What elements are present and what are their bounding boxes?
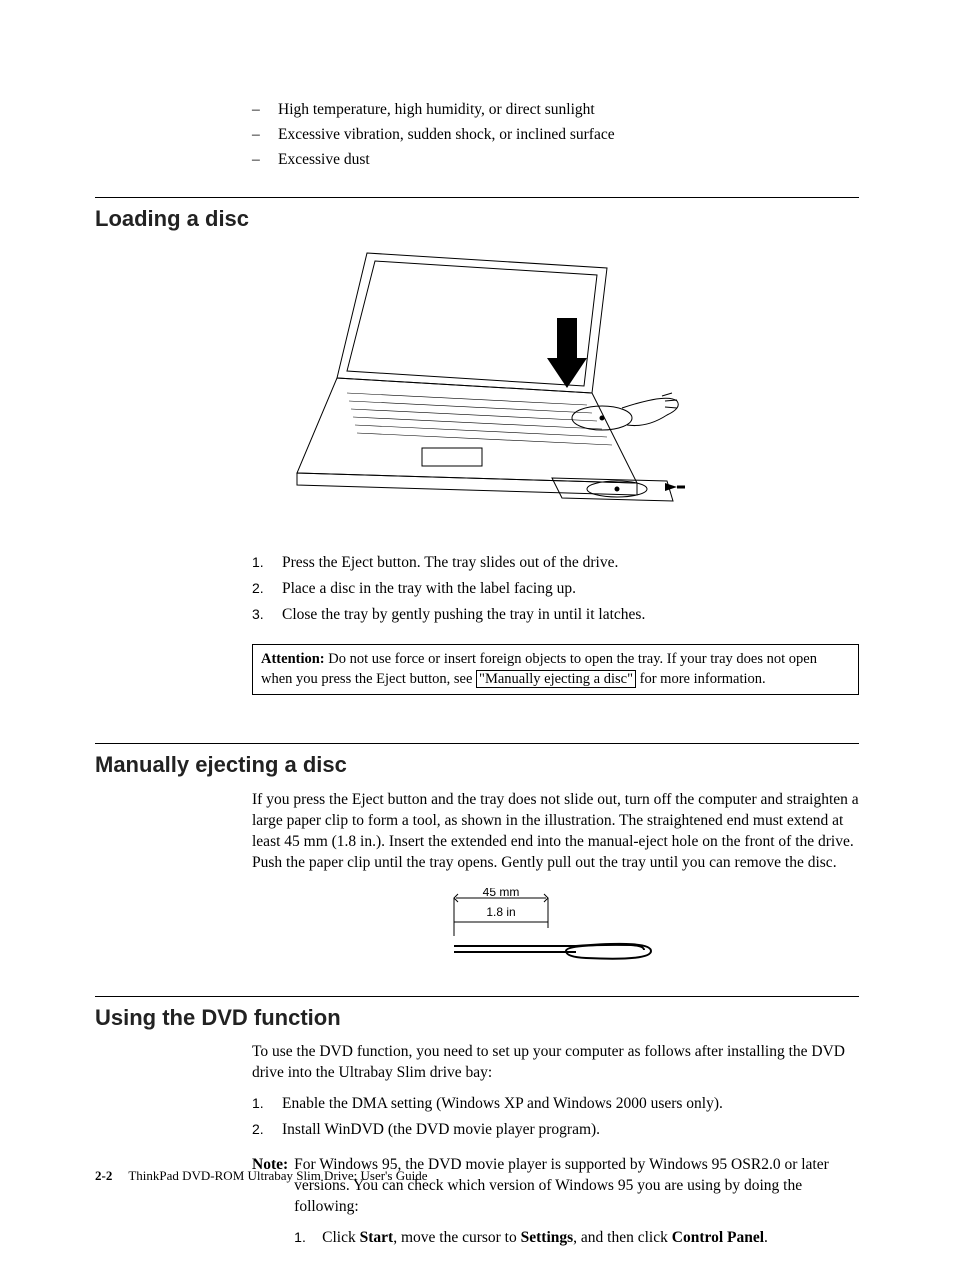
- bold: Control Panel: [672, 1229, 764, 1246]
- list-item: Click Start, move the cursor to Settings…: [294, 1228, 859, 1249]
- txt: .: [764, 1229, 768, 1246]
- note-sublist: Click Start, move the cursor to Settings…: [294, 1228, 859, 1249]
- attention-label: Attention:: [261, 651, 325, 667]
- list-item: Excessive vibration, sudden shock, or in…: [252, 125, 859, 146]
- top-bullet-block: High temperature, high humidity, or dire…: [252, 100, 859, 171]
- section-dvd-function: Using the DVD function To use the DVD fu…: [95, 996, 859, 1264]
- txt: , and then click: [573, 1229, 672, 1246]
- loading-steps: Press the Eject button. The tray slides …: [252, 553, 859, 626]
- section-heading: Using the DVD function: [95, 1003, 859, 1033]
- page-footer: 2-2 ThinkPad DVD-ROM Ultrabay Slim Drive:…: [95, 1167, 427, 1185]
- paperclip-illustration: 45 mm 1.8 in: [446, 888, 666, 968]
- list-item: Place a disc in the tray with the label …: [252, 579, 859, 600]
- dim-mm: 45 mm: [482, 888, 519, 899]
- page: High temperature, high humidity, or dire…: [0, 0, 954, 1235]
- dvd-body: To use the DVD function, you need to set…: [252, 1042, 859, 1264]
- list-item: Install WinDVD (the DVD movie player pro…: [252, 1120, 859, 1141]
- list-item: High temperature, high humidity, or dire…: [252, 100, 859, 121]
- list-item: Excessive dust: [252, 150, 859, 171]
- section-manual-eject: Manually ejecting a disc If you press th…: [95, 743, 859, 967]
- list-item: Close the tray by gently pushing the tra…: [252, 605, 859, 626]
- list-item: Press the Eject button. The tray slides …: [252, 553, 859, 574]
- dvd-intro: To use the DVD function, you need to set…: [252, 1042, 859, 1084]
- footer-title: ThinkPad DVD-ROM Ultrabay Slim Drive: Us…: [128, 1168, 427, 1183]
- section-heading: Loading a disc: [95, 204, 859, 234]
- loading-steps-block: Press the Eject button. The tray slides …: [252, 553, 859, 695]
- txt: , move the cursor to: [393, 1229, 520, 1246]
- bold: Settings: [521, 1229, 574, 1246]
- section-rule: [95, 743, 859, 744]
- section-rule: [95, 197, 859, 198]
- laptop-disc-illustration: [267, 243, 687, 533]
- attention-link[interactable]: "Manually ejecting a disc": [476, 670, 636, 689]
- dim-in: 1.8 in: [486, 905, 515, 919]
- attention-box: Attention: Do not use force or insert fo…: [252, 644, 859, 695]
- note-text: For Windows 95, the DVD movie player is …: [294, 1156, 829, 1215]
- section-heading: Manually ejecting a disc: [95, 750, 859, 780]
- bold: Start: [360, 1229, 394, 1246]
- dvd-steps: Enable the DMA setting (Windows XP and W…: [252, 1094, 859, 1141]
- manual-eject-paragraph: If you press the Eject button and the tr…: [252, 790, 859, 874]
- section-loading-disc: Loading a disc: [95, 197, 859, 696]
- txt: Click: [322, 1229, 359, 1246]
- attention-text-post: for more information.: [636, 671, 766, 687]
- section-rule: [95, 996, 859, 997]
- top-bullet-list: High temperature, high humidity, or dire…: [252, 100, 859, 171]
- list-item: Enable the DMA setting (Windows XP and W…: [252, 1094, 859, 1115]
- manual-eject-body: If you press the Eject button and the tr…: [252, 790, 859, 968]
- page-number: 2-2: [95, 1168, 112, 1183]
